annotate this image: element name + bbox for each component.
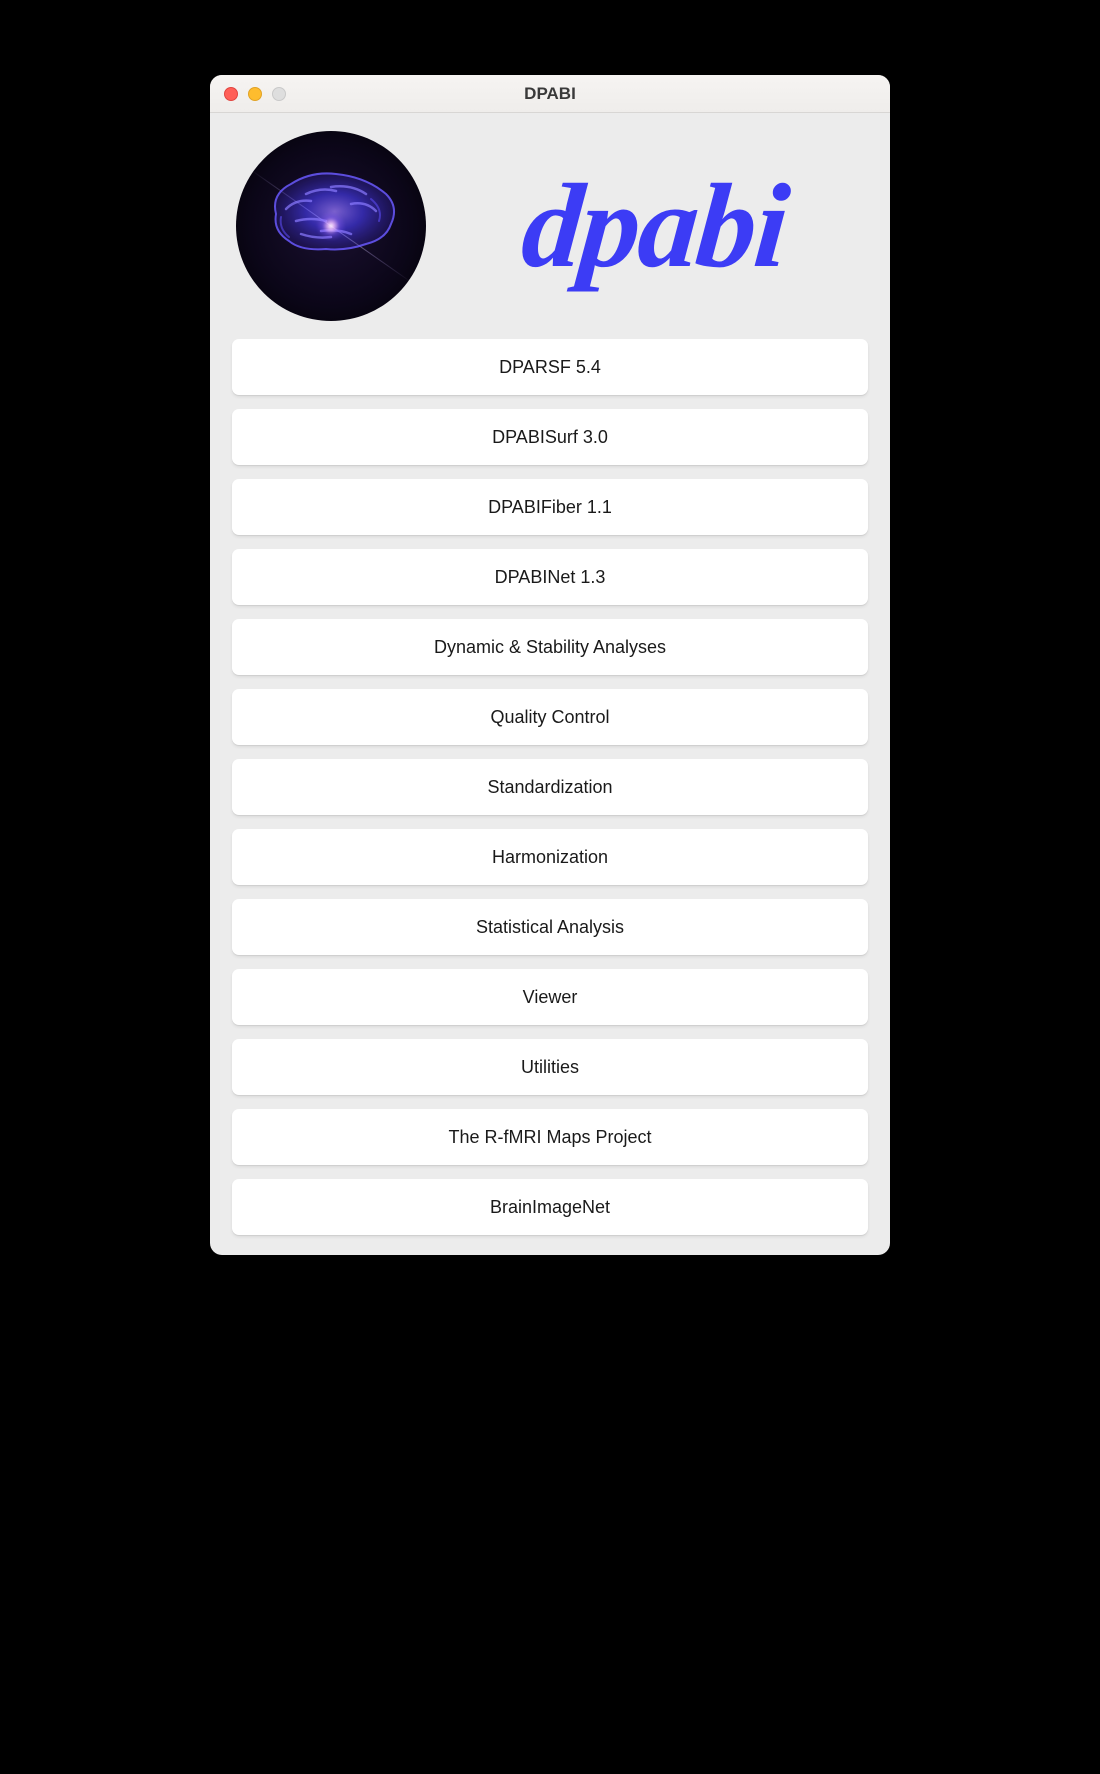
wordmark-text: dpabi	[518, 166, 792, 286]
content-area: dpabi DPARSF 5.4 DPABISurf 3.0 DPABIFibe…	[210, 113, 890, 1255]
minimize-icon[interactable]	[248, 87, 262, 101]
utilities-button[interactable]: Utilities	[232, 1039, 868, 1095]
menu-button-list: DPARSF 5.4 DPABISurf 3.0 DPABIFiber 1.1 …	[232, 339, 868, 1235]
statistical-analysis-button[interactable]: Statistical Analysis	[232, 899, 868, 955]
dpabifiber-button[interactable]: DPABIFiber 1.1	[232, 479, 868, 535]
logo-row: dpabi	[232, 131, 868, 339]
app-window: DPABI	[210, 75, 890, 1255]
window-title: DPABI	[210, 84, 890, 104]
dpabinet-button[interactable]: DPABINet 1.3	[232, 549, 868, 605]
brainimagenet-button[interactable]: BrainImageNet	[232, 1179, 868, 1235]
dparsf-button[interactable]: DPARSF 5.4	[232, 339, 868, 395]
dpabisurf-button[interactable]: DPABISurf 3.0	[232, 409, 868, 465]
standardization-button[interactable]: Standardization	[232, 759, 868, 815]
close-icon[interactable]	[224, 87, 238, 101]
quality-control-button[interactable]: Quality Control	[232, 689, 868, 745]
viewer-button[interactable]: Viewer	[232, 969, 868, 1025]
brain-icon	[236, 131, 426, 321]
app-wordmark: dpabi	[446, 166, 864, 286]
harmonization-button[interactable]: Harmonization	[232, 829, 868, 885]
dynamic-stability-button[interactable]: Dynamic & Stability Analyses	[232, 619, 868, 675]
maximize-icon[interactable]	[272, 87, 286, 101]
traffic-lights	[224, 87, 286, 101]
rfmri-maps-button[interactable]: The R-fMRI Maps Project	[232, 1109, 868, 1165]
titlebar[interactable]: DPABI	[210, 75, 890, 113]
